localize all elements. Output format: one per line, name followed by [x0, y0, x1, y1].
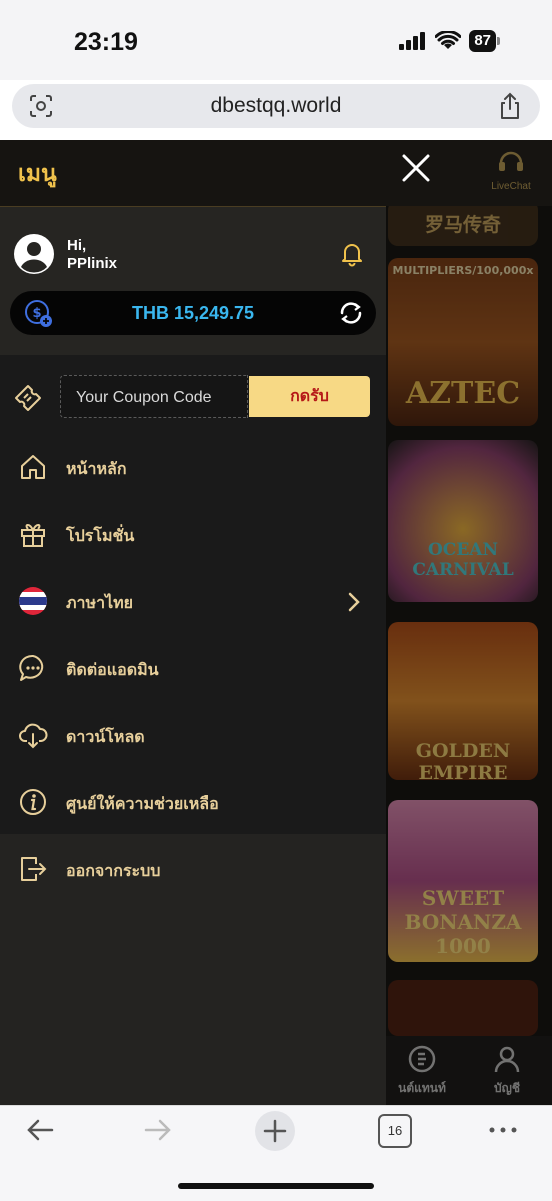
profile-section: Hi, PPlinix $ THB 15,249.75 — [0, 207, 386, 355]
side-menu-drawer: เมนู Hi, PPlinix $ THB 15,249.75 Your Co… — [0, 140, 386, 1105]
new-tab-icon[interactable] — [254, 1110, 296, 1152]
menu-item-language[interactable]: ภาษาไทย — [0, 576, 386, 628]
balance-amount: THB 15,249.75 — [131, 303, 255, 323]
chevron-right-icon — [348, 592, 360, 612]
logout-icon — [21, 857, 47, 881]
web-content: 罗马传奇 MULTIPLIERS/100,000x AZTEC OCEAN CA… — [0, 140, 552, 1105]
game-tile-label: AZTEC — [405, 376, 521, 411]
username: PPlinix — [67, 255, 118, 272]
back-arrow-icon[interactable] — [24, 1114, 56, 1146]
bottom-nav-label: บัญชี — [494, 1081, 520, 1095]
refresh-icon[interactable] — [338, 300, 364, 326]
game-tile-label: GOLDEN EMPIRE — [415, 740, 511, 780]
drawer-header: เมนู — [0, 140, 386, 207]
gift-icon — [21, 524, 45, 547]
headset-icon — [499, 151, 523, 171]
menu-item-label: ศูนย์ให้ความช่วยเหลือ — [66, 796, 219, 813]
battery-indicator: 87 — [469, 30, 500, 52]
game-tile-label: SWEET BONANZA 1000 — [404, 886, 522, 958]
game-tile[interactable] — [388, 980, 538, 1036]
coupon-row: Your Coupon Code กดรับ — [0, 370, 386, 426]
game-tile[interactable]: OCEAN CARNIVAL — [388, 440, 538, 602]
more-options-icon[interactable] — [486, 1114, 520, 1146]
game-tile[interactable]: MULTIPLIERS/100,000x AZTEC — [388, 258, 538, 426]
menu-item-logout[interactable]: ออกจากระบบ — [0, 844, 386, 896]
account-icon — [494, 1046, 520, 1073]
battery-tip — [497, 37, 500, 45]
coupon-code-input[interactable]: Your Coupon Code — [60, 375, 248, 418]
game-tile-label: 罗马传奇 — [424, 214, 501, 236]
livechat-label: LiveChat — [491, 181, 531, 192]
close-icon[interactable] — [400, 152, 432, 184]
avatar-icon[interactable] — [14, 234, 54, 274]
ticket-icon — [15, 385, 41, 411]
menu-item-promotions[interactable]: โปรโมชั่น — [0, 509, 386, 561]
game-tile[interactable]: GOLDEN EMPIRE — [388, 622, 538, 780]
chat-bubble-icon — [19, 654, 44, 681]
menu-item-label: ออกจากระบบ — [66, 863, 161, 880]
share-icon[interactable] — [498, 92, 522, 120]
menu-item-label: หน้าหลัก — [66, 461, 127, 478]
status-bar: 23:19 87 — [0, 0, 552, 80]
game-tile[interactable]: SWEET BONANZA 1000 — [388, 800, 538, 962]
status-time: 23:19 — [74, 28, 138, 56]
url-text[interactable]: dbestqq.world — [12, 94, 540, 118]
drawer-title: เมนู — [18, 160, 57, 186]
claim-coupon-button[interactable]: กดรับ — [249, 376, 370, 417]
battery-level: 87 — [469, 30, 496, 52]
home-indicator — [178, 1183, 374, 1189]
user-greeting: Hi, PPlinix — [67, 237, 117, 273]
home-icon — [21, 455, 45, 479]
game-tile[interactable]: 罗马传奇 — [388, 200, 538, 246]
drawer-footer: ออกจากระบบ — [0, 834, 386, 1105]
menu-item-label: ภาษาไทย — [66, 595, 134, 612]
tab-count-button[interactable]: 16 — [378, 1114, 412, 1148]
thai-flag-icon — [19, 587, 47, 615]
info-icon — [20, 789, 46, 815]
wallet-icon — [408, 1045, 436, 1073]
menu-item-label: โปรโมชั่น — [66, 528, 135, 545]
bottom-nav-item[interactable]: นต์แทนท์ — [392, 1044, 452, 1098]
game-tile-label: OCEAN CARNIVAL — [412, 540, 514, 580]
menu-item-contact-admin[interactable]: ติดต่อแอดมิน — [0, 643, 386, 695]
background-bottom-nav: นต์แทนท์ บัญชี — [386, 1036, 552, 1105]
forward-arrow-icon[interactable] — [142, 1114, 174, 1146]
menu-item-label: ติดต่อแอดมิน — [66, 662, 159, 679]
livechat-button[interactable]: LiveChat — [482, 146, 540, 192]
cloud-download-icon — [19, 723, 48, 749]
menu-item-home[interactable]: หน้าหลัก — [0, 442, 386, 494]
signal-icon — [399, 32, 426, 50]
balance-bar: $ THB 15,249.75 — [10, 291, 376, 335]
address-bar[interactable]: dbestqq.world — [12, 84, 540, 128]
greeting-text: Hi, — [67, 237, 87, 254]
game-tile-label: MULTIPLIERS/100,000x — [392, 264, 534, 277]
bottom-nav-item[interactable]: บัญชี — [482, 1044, 532, 1098]
status-icons: 87 — [399, 30, 500, 52]
wifi-icon — [435, 31, 462, 49]
bell-icon[interactable] — [340, 241, 364, 267]
bottom-nav-label: นต์แทนท์ — [398, 1081, 446, 1095]
menu-item-help-center[interactable]: ศูนย์ให้ความช่วยเหลือ — [0, 777, 386, 829]
menu-item-download[interactable]: ดาวน์โหลด — [0, 710, 386, 762]
menu-item-label: ดาวน์โหลด — [66, 729, 145, 746]
